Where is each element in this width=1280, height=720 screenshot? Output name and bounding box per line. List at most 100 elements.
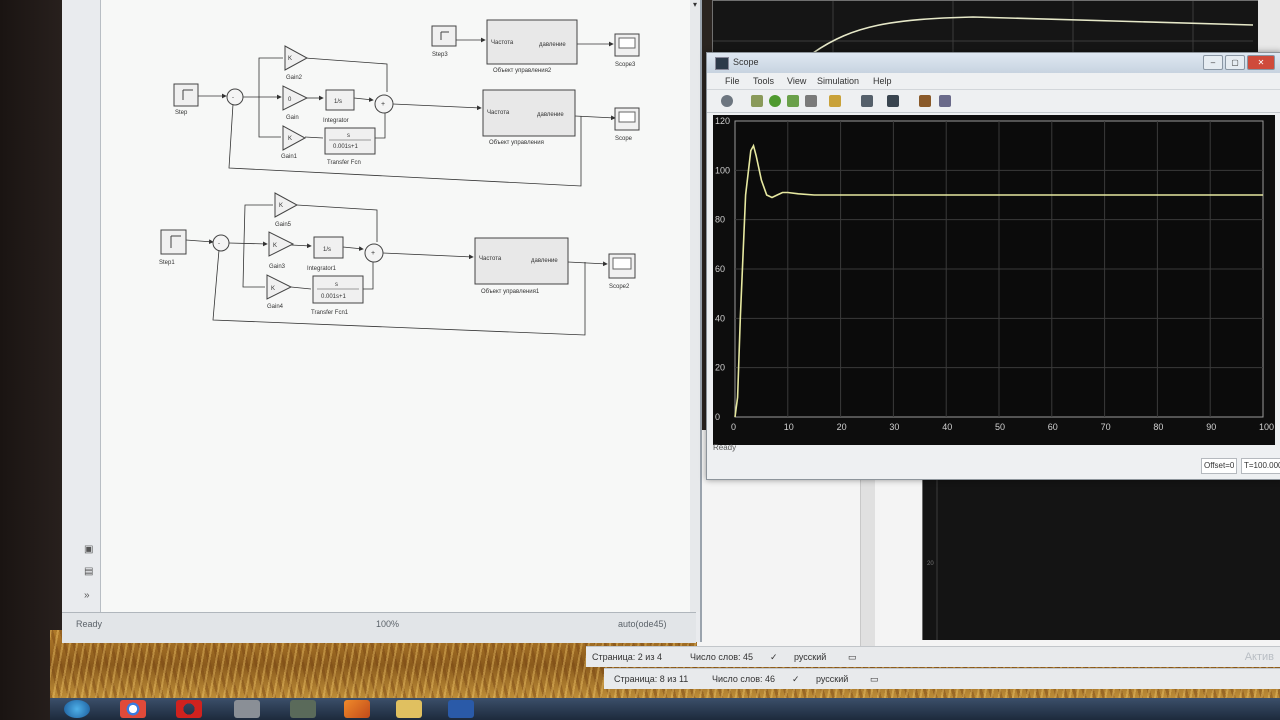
camera-icon[interactable]: ▣	[84, 544, 98, 556]
word-icon[interactable]	[448, 700, 474, 718]
page-count: Страница: 2 из 4	[592, 652, 662, 662]
language-label[interactable]: русский	[794, 652, 826, 662]
x-tick-label: 70	[1101, 422, 1111, 432]
app-icon-2[interactable]	[290, 700, 316, 718]
app-icon[interactable]	[234, 700, 260, 718]
opera-icon[interactable]	[176, 700, 202, 718]
x-tick-label: 30	[889, 422, 899, 432]
minimize-button[interactable]: –	[1203, 55, 1223, 70]
highlight-icon[interactable]	[829, 95, 841, 107]
x-tick-label: 50	[995, 422, 1005, 432]
language-label[interactable]: русский	[816, 674, 848, 684]
solver-label[interactable]: auto(ode45)	[618, 619, 667, 629]
matlab-icon[interactable]	[344, 700, 370, 718]
transfer-fcn-block[interactable]	[324, 127, 376, 155]
sum2-block[interactable]	[212, 234, 230, 252]
close-button[interactable]: ✕	[1247, 55, 1275, 70]
macro-icon[interactable]: ▭	[848, 652, 857, 663]
sum3-sign: +	[371, 250, 375, 257]
zoom-icon[interactable]	[861, 95, 873, 107]
scope2-label: Scope2	[609, 284, 630, 290]
scroll-down-icon[interactable]: ▾	[690, 0, 700, 10]
menu-view[interactable]: View	[787, 76, 806, 86]
step1-block[interactable]	[160, 229, 187, 255]
x-tick-label: 20	[837, 422, 847, 432]
y-tick-label: 60	[715, 264, 725, 274]
sum-sign: -	[232, 95, 234, 101]
control-object2-output: давление	[539, 42, 566, 48]
model-browser-icon[interactable]: ▤	[84, 566, 98, 578]
model-canvas[interactable]: Step3 Частота давление Объект управления…	[100, 0, 695, 612]
scope-statusbar: Ready Offset=0 T=100.000	[707, 443, 1280, 479]
y-tick-label: 40	[715, 313, 725, 323]
transfer-fcn-label: Transfer Fcn	[327, 160, 361, 166]
spellcheck-icon[interactable]: ✓	[770, 652, 778, 663]
expand-icon[interactable]: »	[84, 590, 98, 602]
canvas-scrollbar[interactable]: ▾	[690, 0, 700, 612]
stop-icon[interactable]	[805, 95, 817, 107]
sum-block[interactable]	[226, 88, 244, 106]
x-tick-label: 0	[731, 422, 736, 432]
cursor-icon[interactable]	[919, 95, 931, 107]
word-statusbar-1: Страница: 2 из 4 Число слов: 45 ✓ русски…	[586, 646, 1280, 667]
control-object1-output: давление	[531, 258, 558, 264]
gain2-value: K	[288, 56, 292, 62]
word-statusbar-2: Страница: 8 из 11 Число слов: 46 ✓ русск…	[604, 668, 1280, 689]
y-tick-label: 20	[715, 363, 725, 373]
x-tick-label: 90	[1206, 422, 1216, 432]
x-tick-label: 10	[784, 422, 794, 432]
simulink-statusbar: Ready 100% auto(ode45)	[62, 612, 696, 643]
scope-titlebar[interactable]: Scope – ▢ ✕	[707, 53, 1280, 73]
gain-block[interactable]	[282, 85, 309, 111]
gain4-value: K	[271, 286, 275, 292]
sum1-sign: +	[381, 101, 385, 108]
spellcheck-icon[interactable]: ✓	[792, 674, 800, 685]
menu-help[interactable]: Help	[873, 76, 892, 86]
gain1-label: Gain1	[281, 154, 298, 160]
control-object1-label: Объект управления1	[481, 289, 540, 295]
scope-plot[interactable]: 0 10 20 30 40 50 60 70 80 90 100 120 100 80 60 40 20 0	[713, 115, 1275, 445]
gain5-label: Gain5	[275, 222, 292, 228]
transfer-fcn1-label: Transfer Fcn1	[311, 310, 349, 316]
x-tick-label: 100	[1259, 422, 1274, 432]
step3-label: Step3	[432, 52, 448, 58]
folder-icon[interactable]	[396, 700, 422, 718]
scope-app-icon	[715, 57, 729, 70]
menu-tools[interactable]: Tools	[753, 76, 774, 86]
control-object1-input: Частота	[479, 256, 502, 262]
page-count: Страница: 8 из 11	[614, 674, 689, 684]
menu-simulation[interactable]: Simulation	[817, 76, 859, 86]
document-scrollbar[interactable]	[860, 468, 875, 648]
style-icon[interactable]	[939, 95, 951, 107]
step-block[interactable]	[173, 83, 199, 107]
step3-block[interactable]	[431, 25, 457, 47]
word-count[interactable]: Число слов: 45	[690, 652, 753, 662]
macro-icon[interactable]: ▭	[870, 674, 879, 685]
scope-chart: 0 10 20 30 40 50 60 70 80 90 100 120 100 80 60 40 20 0	[715, 116, 1274, 432]
step-label: Step	[175, 110, 188, 116]
maximize-button[interactable]: ▢	[1225, 55, 1245, 70]
control-object2-input: Частота	[491, 40, 514, 46]
word-count[interactable]: Число слов: 46	[712, 674, 775, 684]
start-button[interactable]	[64, 700, 90, 718]
step-forward-icon[interactable]	[787, 95, 799, 107]
scope-title: Scope	[733, 57, 759, 67]
y-tick-label: 0	[715, 412, 720, 422]
gain5-value: K	[279, 203, 283, 209]
run-icon[interactable]	[769, 95, 781, 107]
fit-axes-icon[interactable]	[887, 95, 899, 107]
control-object-label: Объект управления	[489, 140, 544, 146]
settings-icon[interactable]	[721, 95, 733, 107]
chrome-icon[interactable]	[120, 700, 146, 718]
menu-file[interactable]: File	[725, 76, 740, 86]
taskbar	[50, 698, 1280, 720]
scope-menubar: File Tools View Simulation Help	[707, 73, 1280, 89]
control-object2-label: Объект управления2	[493, 68, 552, 74]
scope3-label: Scope3	[615, 62, 636, 68]
integrator1-expression: 1/s	[323, 247, 331, 253]
step1-label: Step1	[159, 260, 175, 266]
x-tick-label: 80	[1153, 422, 1163, 432]
step-back-icon[interactable]	[751, 95, 763, 107]
gain1-block[interactable]	[282, 125, 307, 151]
y-tick-label: 80	[715, 215, 725, 225]
